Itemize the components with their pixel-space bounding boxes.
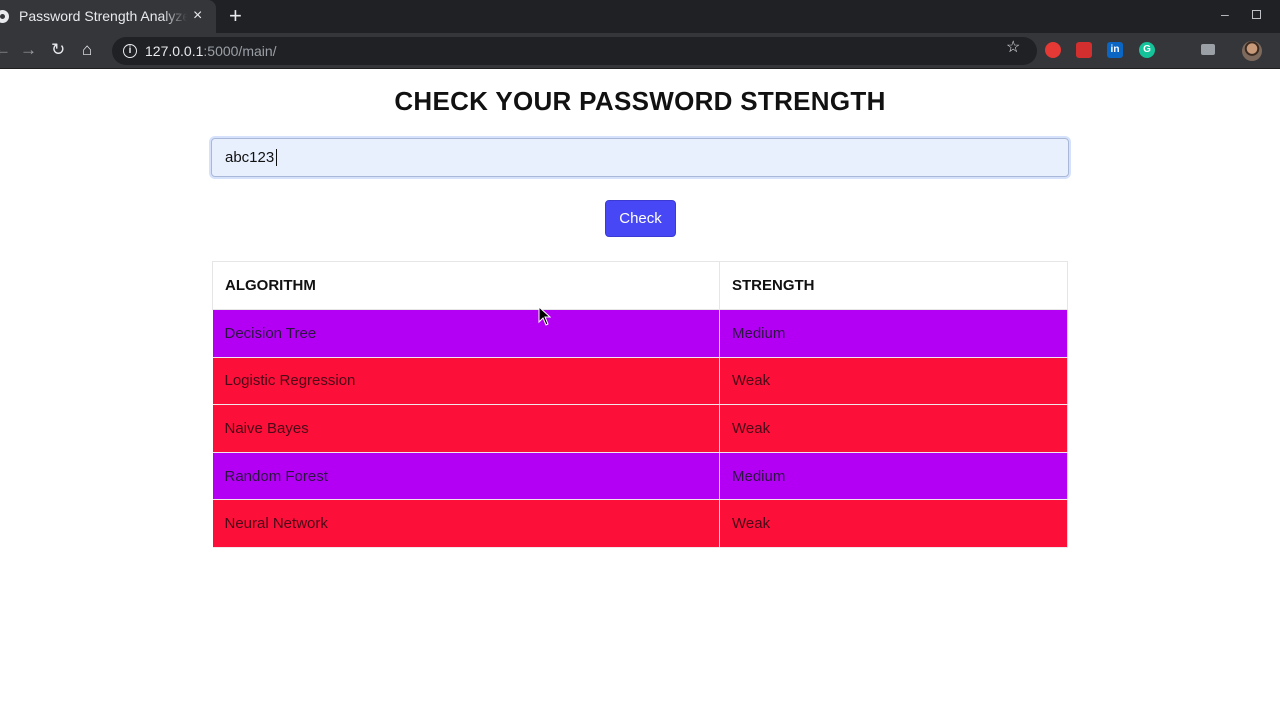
tab-title: Password Strength Analyzer <box>19 8 187 24</box>
table-row: Random Forest Medium <box>212 452 1068 501</box>
results-table: ALGORITHM STRENGTH Decision Tree Medium … <box>212 261 1068 548</box>
minimize-icon[interactable]: – <box>1221 6 1229 22</box>
reload-icon[interactable]: ↻ <box>51 39 65 61</box>
text-caret <box>276 149 277 166</box>
strength-cell: Medium <box>719 309 1068 358</box>
grammarly-icon[interactable]: G <box>1139 42 1155 58</box>
algorithm-cell: Random Forest <box>212 452 720 501</box>
algorithm-cell: Logistic Regression <box>212 357 720 406</box>
url-host: 127.0.0.1 <box>145 43 204 59</box>
bookmark-star-icon[interactable]: ☆ <box>1006 37 1020 57</box>
info-icon[interactable]: i <box>123 44 137 58</box>
table-row: Neural Network Weak <box>212 499 1068 548</box>
algorithm-cell: Neural Network <box>212 499 720 548</box>
column-header-strength: STRENGTH <box>719 261 1068 310</box>
url-path: :5000/main/ <box>203 43 277 59</box>
strength-cell: Weak <box>719 357 1068 406</box>
check-button[interactable]: Check <box>605 200 676 237</box>
browser-tab[interactable]: Password Strength Analyzer × <box>0 0 216 33</box>
browser-toolbar: ← → ↻ ⌂ i 127.0.0.1:5000/main/ ☆ in G <box>0 33 1280 69</box>
strength-cell: Weak <box>719 499 1068 548</box>
page-title: CHECK YOUR PASSWORD STRENGTH <box>394 86 886 116</box>
url-text: 127.0.0.1:5000/main/ <box>145 43 277 59</box>
table-row: Decision Tree Medium <box>212 309 1068 358</box>
page-content: CHECK YOUR PASSWORD STRENGTH Check ALGOR… <box>0 70 1280 720</box>
algorithm-cell: Naive Bayes <box>212 404 720 453</box>
forward-arrow-icon[interactable]: → <box>20 39 37 61</box>
table-header-row: ALGORITHM STRENGTH <box>212 261 1068 310</box>
table-row: Logistic Regression Weak <box>212 357 1068 406</box>
new-tab-button[interactable]: + <box>229 4 242 28</box>
strength-cell: Weak <box>719 404 1068 453</box>
globe-icon <box>0 10 9 23</box>
strength-cell: Medium <box>719 452 1068 501</box>
extension-icon[interactable] <box>1076 42 1092 58</box>
address-bar[interactable]: i 127.0.0.1:5000/main/ <box>112 37 1037 65</box>
table-row: Naive Bayes Weak <box>212 404 1068 453</box>
extension-icon[interactable] <box>1045 42 1061 58</box>
mouse-pointer-icon <box>538 305 552 326</box>
back-arrow-icon[interactable]: ← <box>0 39 11 61</box>
maximize-icon[interactable] <box>1252 10 1261 19</box>
browser-tab-bar: Password Strength Analyzer × + – <box>0 0 1280 33</box>
close-icon[interactable]: × <box>193 6 202 26</box>
column-header-algorithm: ALGORITHM <box>212 261 720 310</box>
extension-icon[interactable] <box>1201 44 1215 55</box>
password-input[interactable] <box>211 138 1069 177</box>
profile-avatar[interactable] <box>1242 41 1262 61</box>
algorithm-cell: Decision Tree <box>212 309 720 358</box>
linkedin-icon[interactable]: in <box>1107 42 1123 58</box>
home-icon[interactable]: ⌂ <box>82 39 92 61</box>
